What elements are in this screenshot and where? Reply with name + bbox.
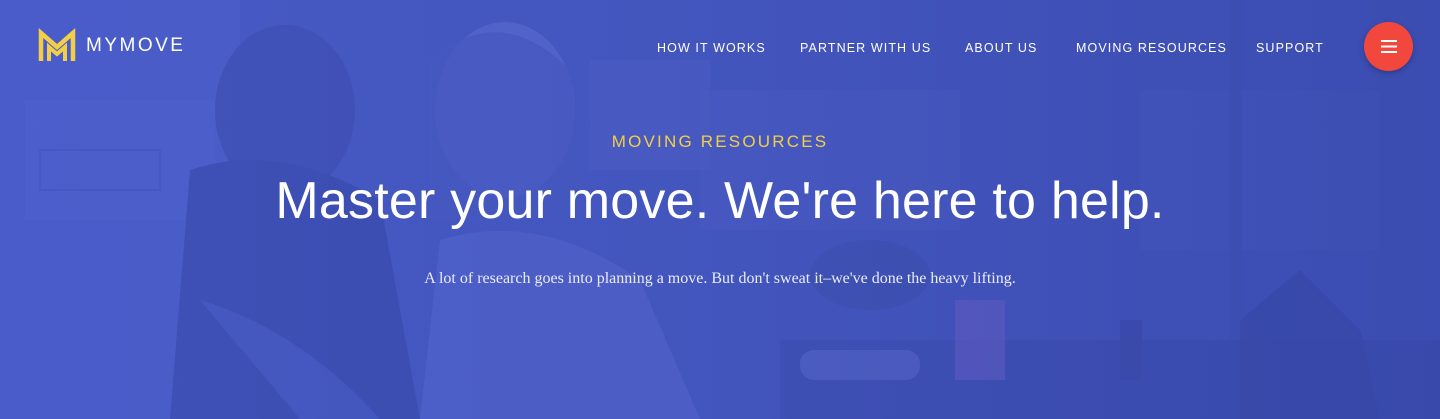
hero-section: MYMOVE HOW IT WORKS PARTNER WITH US ABOU… — [0, 0, 1440, 419]
hero-eyebrow: MOVING RESOURCES — [611, 132, 829, 151]
nav-item-about-us[interactable]: ABOUT US — [965, 41, 1037, 55]
hero-headline: Master your move. We're here to help. — [275, 172, 1165, 230]
menu-button[interactable] — [1364, 22, 1413, 71]
hero-subtext: A lot of research goes into planning a m… — [424, 270, 1016, 287]
hamburger-icon — [1380, 40, 1397, 53]
main-nav: HOW IT WORKS PARTNER WITH US ABOUT US MO… — [0, 41, 1440, 57]
nav-item-partner-with-us[interactable]: PARTNER WITH US — [800, 41, 931, 55]
nav-item-moving-resources[interactable]: MOVING RESOURCES — [1076, 41, 1227, 55]
nav-item-how-it-works[interactable]: HOW IT WORKS — [657, 41, 766, 55]
nav-item-support[interactable]: SUPPORT — [1256, 41, 1324, 55]
